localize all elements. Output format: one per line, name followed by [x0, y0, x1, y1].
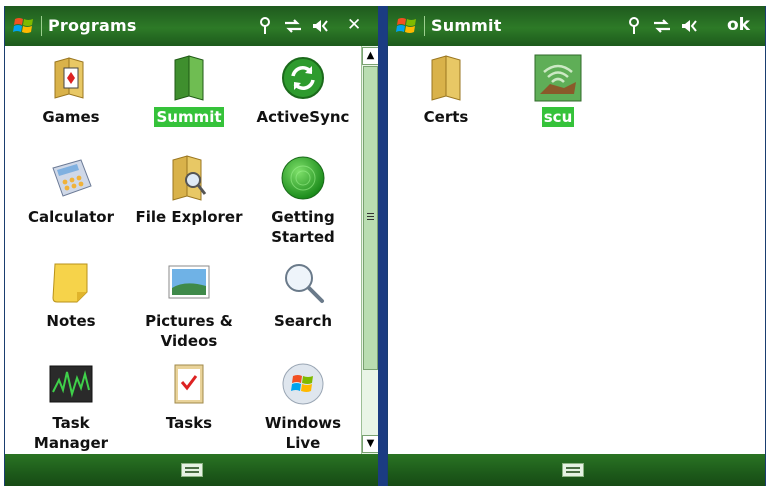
keyboard-icon[interactable]: [562, 463, 584, 477]
start-menu-icon[interactable]: [396, 15, 418, 37]
connectivity-icon[interactable]: [283, 16, 303, 36]
summit-folder-icon: [165, 54, 213, 102]
certs-folder-icon: [422, 54, 470, 102]
signal-icon[interactable]: [255, 16, 275, 36]
app-tasks[interactable]: Tasks: [131, 360, 247, 433]
app-calculator[interactable]: Calculator: [13, 154, 129, 227]
volume-icon[interactable]: [311, 16, 331, 36]
volume-icon[interactable]: [680, 16, 700, 36]
task-manager-icon: [47, 360, 95, 408]
title-separator: [41, 16, 42, 36]
screen-divider: [378, 6, 387, 486]
app-label: File Explorer: [135, 208, 243, 226]
summit-window: Summit ok Certs scu: [387, 6, 766, 486]
start-menu-icon[interactable]: [13, 15, 35, 37]
notes-icon: [47, 258, 95, 306]
app-games[interactable]: Games: [13, 54, 129, 127]
signal-icon[interactable]: [624, 16, 644, 36]
app-summit[interactable]: Summit: [131, 54, 247, 127]
games-folder-icon: [47, 54, 95, 102]
app-file-explorer[interactable]: File Explorer: [131, 154, 247, 227]
app-label: scu: [541, 107, 575, 127]
app-getting-started[interactable]: Getting Started: [245, 154, 361, 247]
app-label: Windows Live: [264, 414, 342, 452]
getting-started-icon: [279, 154, 327, 202]
windows-live-icon: [279, 360, 327, 408]
titlebar: Summit ok: [388, 6, 765, 46]
folder-grid: Certs scu: [388, 46, 765, 454]
scroll-down-button[interactable]: ▼: [362, 435, 379, 453]
app-search[interactable]: Search: [245, 258, 361, 331]
app-windows-live[interactable]: Windows Live: [245, 360, 361, 453]
app-label: Tasks: [165, 414, 213, 432]
app-label: Getting Started: [271, 208, 335, 246]
tasks-icon: [165, 360, 213, 408]
vertical-scrollbar[interactable]: ▲ ▼: [361, 46, 379, 454]
title-separator: [424, 16, 425, 36]
app-label: Search: [273, 312, 333, 330]
app-label: Summit: [154, 107, 224, 127]
app-scu[interactable]: scu: [500, 54, 616, 127]
app-notes[interactable]: Notes: [13, 258, 129, 331]
scu-icon: [534, 54, 582, 102]
activesync-icon: [279, 54, 327, 102]
ok-button[interactable]: ok: [727, 15, 750, 35]
app-label: ActiveSync: [256, 108, 350, 126]
scroll-thumb[interactable]: [363, 66, 378, 370]
menu-bar: [5, 454, 379, 486]
connectivity-icon[interactable]: [652, 16, 672, 36]
keyboard-icon[interactable]: [181, 463, 203, 477]
app-label: Task Manager: [33, 414, 109, 452]
titlebar: Programs ✕: [5, 6, 379, 46]
app-activesync[interactable]: ActiveSync: [245, 54, 361, 127]
calculator-icon: [47, 154, 95, 202]
app-certs[interactable]: Certs: [388, 54, 504, 127]
menu-bar: [388, 454, 765, 486]
scroll-up-button[interactable]: ▲: [362, 47, 379, 65]
app-pictures-videos[interactable]: Pictures & Videos: [131, 258, 247, 351]
window-title: Summit: [431, 16, 502, 35]
close-button[interactable]: ✕: [347, 15, 361, 35]
app-label: Calculator: [28, 208, 114, 226]
app-label: Certs: [423, 108, 469, 126]
pictures-videos-icon: [165, 258, 213, 306]
grip-icon: [367, 213, 374, 220]
app-label: Games: [42, 108, 100, 126]
file-explorer-icon: [165, 154, 213, 202]
app-label: Pictures & Videos: [145, 312, 233, 350]
window-title: Programs: [48, 16, 137, 35]
app-label: Notes: [46, 312, 96, 330]
programs-window: Programs ✕ Games Summit ActiveSync Calcu…: [4, 6, 380, 486]
program-grid: Games Summit ActiveSync Calculator File …: [5, 46, 379, 454]
search-icon: [279, 258, 327, 306]
app-task-manager[interactable]: Task Manager: [13, 360, 129, 453]
